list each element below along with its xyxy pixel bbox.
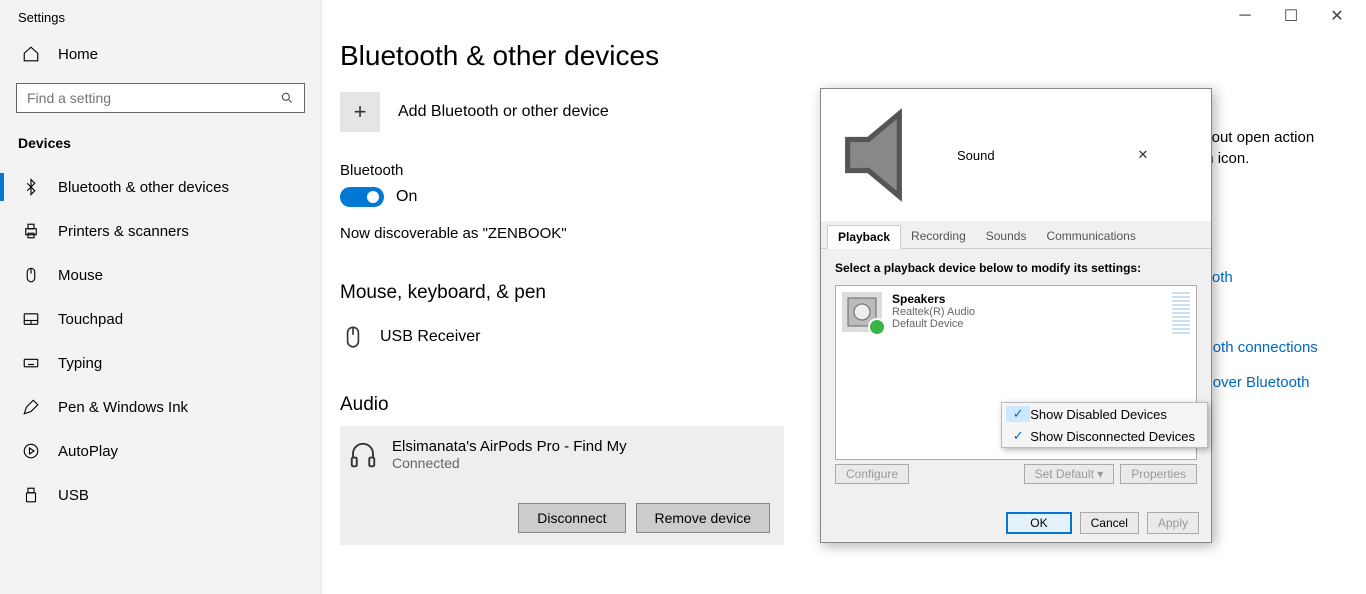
nav-label: Bluetooth & other devices	[58, 179, 229, 196]
cancel-button[interactable]: Cancel	[1080, 512, 1139, 534]
maximize-button[interactable]: ☐	[1268, 0, 1314, 32]
vu-meter	[1172, 292, 1190, 334]
minimize-button[interactable]: ─	[1222, 0, 1268, 32]
search-input[interactable]	[27, 90, 280, 106]
speaker-device-icon	[842, 292, 882, 332]
context-menu-item[interactable]: ✓Show Disabled Devices	[1002, 403, 1207, 425]
tab-communications[interactable]: Communications	[1036, 225, 1145, 248]
check-icon: ✓	[1006, 406, 1030, 422]
nav-item-printer[interactable]: Printers & scanners	[0, 209, 321, 253]
ok-button[interactable]: OK	[1006, 512, 1071, 534]
set-default-button[interactable]: Set Default	[1024, 464, 1115, 484]
apply-button[interactable]: Apply	[1147, 512, 1199, 534]
app-title: Settings	[0, 0, 321, 33]
remove-device-button[interactable]: Remove device	[636, 503, 771, 533]
nav-label: USB	[58, 487, 89, 504]
plus-icon: +	[340, 92, 380, 132]
home-icon	[22, 45, 40, 63]
check-icon: ✓	[1006, 428, 1030, 444]
bluetooth-icon	[22, 178, 40, 196]
dialog-help-text: Select a playback device below to modify…	[835, 261, 1197, 275]
settings-sidebar: Settings Home Devices Bluetooth & other …	[0, 0, 322, 594]
context-menu-item[interactable]: ✓Show Disconnected Devices	[1002, 425, 1207, 447]
autoplay-icon	[22, 442, 40, 460]
page-title: Bluetooth & other devices	[340, 0, 1366, 92]
sound-icon	[827, 93, 951, 217]
nav-label: Mouse	[58, 267, 103, 284]
add-device-label: Add Bluetooth or other device	[398, 103, 609, 121]
nav-label: Pen & Windows Ink	[58, 399, 188, 416]
nav-item-pen[interactable]: Pen & Windows Ink	[0, 385, 321, 429]
context-menu: ✓Show Disabled Devices✓Show Disconnected…	[1001, 402, 1208, 448]
nav-label: AutoPlay	[58, 443, 118, 460]
tab-sounds[interactable]: Sounds	[976, 225, 1037, 248]
headphones-icon	[348, 440, 378, 470]
configure-button[interactable]: Configure	[835, 464, 909, 484]
bluetooth-toggle[interactable]	[340, 187, 384, 207]
dialog-close-button[interactable]: ✕	[1081, 147, 1205, 163]
device-default: Default Device	[892, 318, 975, 330]
tab-recording[interactable]: Recording	[901, 225, 976, 248]
dialog-title: Sound	[957, 148, 1081, 163]
printer-icon	[22, 222, 40, 240]
mouse-icon	[22, 266, 40, 284]
home-label: Home	[58, 46, 98, 63]
audio-device-name: Elsimanata's AirPods Pro - Find My	[392, 438, 627, 455]
usb-icon	[22, 486, 40, 504]
nav-label: Printers & scanners	[58, 223, 189, 240]
search-icon	[280, 91, 294, 105]
properties-button[interactable]: Properties	[1120, 464, 1197, 484]
nav-label: Touchpad	[58, 311, 123, 328]
close-button[interactable]: ✕	[1314, 0, 1360, 32]
nav-item-usb[interactable]: USB	[0, 473, 321, 517]
home-nav[interactable]: Home	[0, 33, 321, 77]
nav-item-mouse[interactable]: Mouse	[0, 253, 321, 297]
audio-device-status: Connected	[392, 455, 627, 471]
mouse-icon	[340, 324, 366, 350]
touchpad-icon	[22, 310, 40, 328]
device-speakers[interactable]: Speakers Realtek(R) Audio Default Device	[842, 292, 1190, 334]
nav-item-autoplay[interactable]: AutoPlay	[0, 429, 321, 473]
toggle-state: On	[396, 188, 417, 206]
device-driver: Realtek(R) Audio	[892, 306, 975, 318]
device-name: Speakers	[892, 292, 975, 306]
nav-item-bluetooth[interactable]: Bluetooth & other devices	[0, 165, 321, 209]
dialog-tabs: PlaybackRecordingSoundsCommunications	[821, 221, 1211, 249]
audio-device-selected[interactable]: Elsimanata's AirPods Pro - Find My Conne…	[340, 426, 784, 545]
dialog-titlebar[interactable]: Sound ✕	[821, 89, 1211, 221]
window-controls: ─ ☐ ✕	[1222, 0, 1360, 32]
playback-device-list[interactable]: Speakers Realtek(R) Audio Default Device…	[835, 285, 1197, 460]
sound-dialog: Sound ✕ PlaybackRecordingSoundsCommunica…	[820, 88, 1212, 543]
tab-playback[interactable]: Playback	[827, 225, 901, 249]
disconnect-button[interactable]: Disconnect	[518, 503, 625, 533]
keyboard-icon	[22, 354, 40, 372]
nav-label: Typing	[58, 355, 102, 372]
pen-icon	[22, 398, 40, 416]
nav-item-touchpad[interactable]: Touchpad	[0, 297, 321, 341]
nav-item-keyboard[interactable]: Typing	[0, 341, 321, 385]
device-label: USB Receiver	[380, 328, 480, 346]
category-heading: Devices	[0, 125, 321, 165]
search-input-wrapper[interactable]	[16, 83, 305, 113]
